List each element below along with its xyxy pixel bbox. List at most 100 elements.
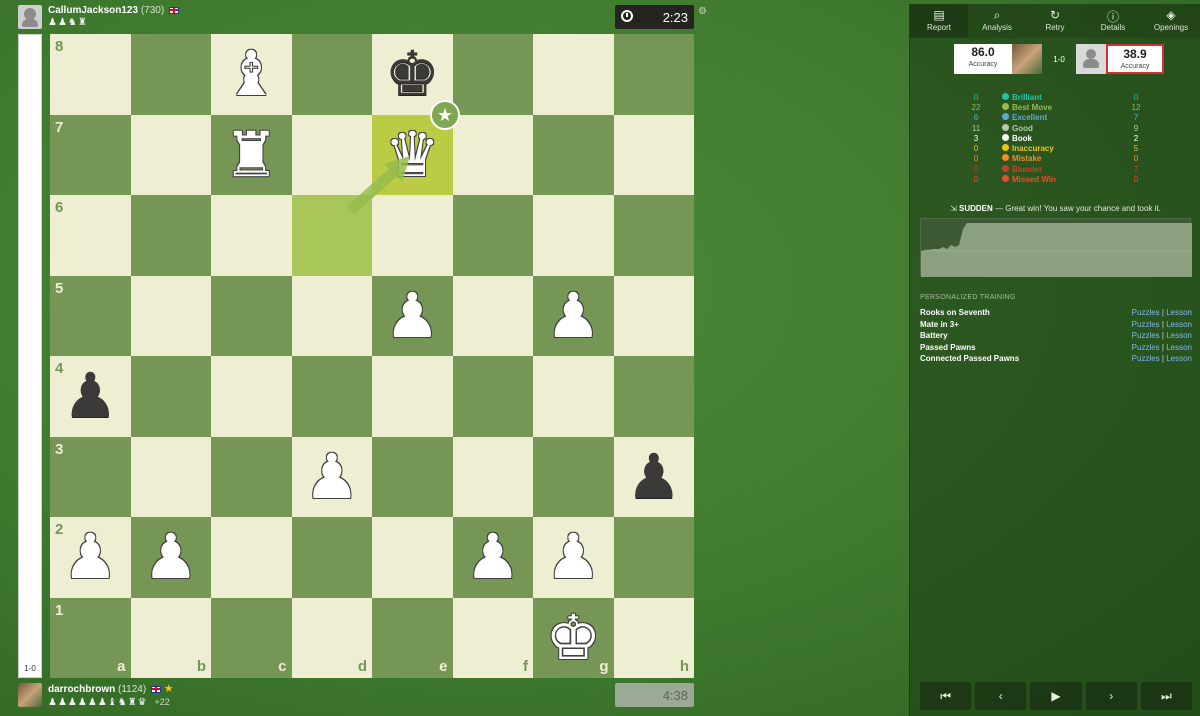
lesson-link[interactable]: Lesson	[1166, 343, 1192, 352]
puzzles-link[interactable]: Puzzles	[1132, 354, 1160, 363]
square-d8[interactable]	[291, 34, 372, 115]
white-pawn-icon[interactable]: ♟	[292, 437, 373, 518]
tab-openings[interactable]: ◈ Openings	[1142, 4, 1200, 38]
square-d4[interactable]	[291, 356, 372, 437]
square-d2[interactable]	[291, 517, 372, 598]
square-d5[interactable]	[291, 275, 372, 356]
tab-analysis[interactable]: ⌕ Analysis	[968, 4, 1026, 38]
square-g1[interactable]: g ♚	[533, 597, 614, 679]
previous-move-button[interactable]: ‹	[975, 682, 1027, 710]
white-bishop-icon[interactable]: ♝	[211, 34, 292, 115]
square-d6[interactable]	[291, 195, 372, 276]
square-e4[interactable]	[372, 356, 453, 437]
white-pawn-icon[interactable]: ♟	[533, 276, 614, 357]
square-a3[interactable]: 3	[50, 436, 131, 517]
first-move-button[interactable]: ⏮	[920, 682, 972, 710]
square-d1[interactable]: d	[291, 597, 372, 678]
puzzles-link[interactable]: Puzzles	[1132, 308, 1160, 317]
square-c4[interactable]	[211, 356, 292, 437]
square-e3[interactable]	[372, 436, 453, 517]
square-h8[interactable]	[613, 34, 694, 115]
square-b1[interactable]: b	[130, 597, 211, 678]
white-pawn-icon[interactable]: ♟	[50, 517, 131, 598]
square-c8[interactable]: ♝	[211, 34, 292, 115]
lesson-link[interactable]: Lesson	[1166, 308, 1192, 317]
square-c1[interactable]: c	[211, 597, 292, 678]
square-c3[interactable]	[211, 436, 292, 517]
square-h7[interactable]	[613, 114, 694, 195]
white-king-icon[interactable]: ♚	[533, 598, 614, 679]
square-f1[interactable]: f	[452, 597, 533, 678]
square-f5[interactable]	[452, 275, 533, 356]
square-b2[interactable]: ♟	[130, 517, 212, 598]
tab-report[interactable]: ▤ Report	[910, 4, 968, 38]
play-button[interactable]: ▶	[1030, 682, 1082, 710]
square-g3[interactable]	[533, 436, 614, 517]
square-g2[interactable]: ♟	[533, 517, 614, 598]
white-pawn-icon[interactable]: ♟	[131, 517, 212, 598]
square-h2[interactable]	[613, 517, 694, 598]
square-b4[interactable]	[130, 356, 211, 437]
white-rook-icon[interactable]: ♜	[211, 115, 292, 196]
square-b5[interactable]	[130, 275, 211, 356]
black-pawn-icon[interactable]: ♟	[614, 437, 695, 518]
lesson-link[interactable]: Lesson	[1166, 331, 1192, 340]
gear-icon[interactable]: ⚙	[698, 6, 707, 17]
square-b6[interactable]	[130, 195, 211, 276]
square-h4[interactable]	[613, 356, 694, 437]
square-a5[interactable]: 5	[50, 275, 131, 356]
puzzles-link[interactable]: Puzzles	[1132, 331, 1160, 340]
white-pawn-icon[interactable]: ♟	[372, 276, 453, 357]
square-e2[interactable]	[372, 517, 453, 598]
square-d3[interactable]: ♟	[291, 436, 373, 518]
white-pawn-icon[interactable]: ♟	[453, 517, 534, 598]
square-e6[interactable]	[372, 195, 453, 276]
square-g4[interactable]	[533, 356, 614, 437]
square-f7[interactable]	[452, 114, 533, 195]
chess-board[interactable]: 8 ♝ ♚ 7 ♜ ♛ 6 5 ♟ ♟ 4 ♟ 3 ♟ ♟ 2 ♟ ♟ ♟ ♟ 1 a b c d e f g ♚ h	[50, 34, 694, 678]
black-pawn-icon[interactable]: ♟	[50, 356, 131, 437]
square-f4[interactable]	[452, 356, 533, 437]
puzzles-link[interactable]: Puzzles	[1132, 320, 1160, 329]
square-b8[interactable]	[130, 34, 211, 115]
square-h6[interactable]	[613, 195, 694, 276]
evaluation-graph[interactable]	[920, 218, 1192, 277]
square-a4[interactable]: 4 ♟	[50, 356, 131, 437]
square-e1[interactable]: e	[372, 597, 453, 678]
lesson-link[interactable]: Lesson	[1166, 354, 1192, 363]
white-pawn-icon[interactable]: ♟	[533, 517, 614, 598]
square-f2[interactable]: ♟	[452, 517, 534, 598]
square-b7[interactable]	[130, 114, 211, 195]
bottom-player-avatar[interactable]	[18, 683, 42, 707]
square-b3[interactable]	[130, 436, 211, 517]
square-h1[interactable]: h	[613, 597, 694, 678]
square-e5[interactable]: ♟	[372, 275, 453, 357]
square-g6[interactable]	[533, 195, 614, 276]
square-f8[interactable]	[452, 34, 533, 115]
tab-retry[interactable]: ↻ Retry	[1026, 4, 1084, 38]
tab-details[interactable]: ⓘ Details	[1084, 4, 1142, 38]
square-d7[interactable]	[291, 114, 372, 195]
lesson-link[interactable]: Lesson	[1166, 320, 1192, 329]
square-g5[interactable]: ♟	[533, 275, 614, 357]
square-h5[interactable]	[613, 275, 694, 356]
square-f6[interactable]	[452, 195, 533, 276]
square-a1[interactable]: 1a	[50, 597, 131, 678]
square-c6[interactable]	[211, 195, 292, 276]
last-move-button[interactable]: ⏭	[1140, 682, 1193, 710]
square-c2[interactable]	[211, 517, 292, 598]
top-player-name[interactable]: CallumJackson123	[48, 5, 138, 16]
square-a2[interactable]: 2 ♟	[50, 517, 131, 598]
top-player-avatar[interactable]	[18, 5, 42, 29]
square-c5[interactable]	[211, 275, 292, 356]
square-a7[interactable]: 7	[50, 114, 131, 195]
square-c7[interactable]: ♜	[211, 114, 292, 196]
square-h3[interactable]: ♟	[613, 436, 695, 518]
next-move-button[interactable]: ›	[1085, 682, 1137, 710]
square-g8[interactable]	[533, 34, 614, 115]
square-g7[interactable]	[533, 114, 614, 195]
square-f3[interactable]	[452, 436, 533, 517]
bottom-player-name[interactable]: darrochbrown	[48, 684, 115, 695]
square-a6[interactable]: 6	[50, 195, 131, 276]
puzzles-link[interactable]: Puzzles	[1132, 343, 1160, 352]
